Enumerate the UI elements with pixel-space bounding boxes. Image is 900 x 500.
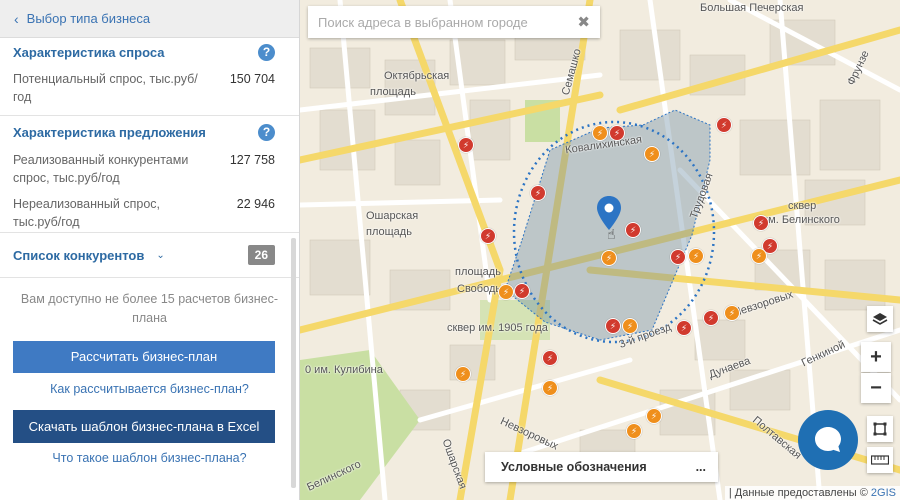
map[interactable]: Большая Печерская Октябрьская площадь Се…: [300, 0, 900, 500]
divider: [0, 115, 299, 116]
supply-section: Характеристика предложения ? Реализованн…: [0, 121, 299, 231]
demand-row: Потенциальный спрос, тыс.руб/год 150 704: [13, 70, 275, 110]
clear-search-icon[interactable]: ✖: [577, 13, 590, 31]
cursor-hand-icon: ☝: [607, 226, 616, 242]
legend-button[interactable]: Условные обозначения ...: [485, 452, 718, 482]
ruler-button[interactable]: [867, 447, 893, 473]
chevron-left-icon: ‹: [14, 10, 19, 27]
location-pin-icon[interactable]: [597, 196, 621, 230]
supply-row: Нереализованный спрос, тыс.руб/год 22 94…: [13, 195, 275, 231]
competitor-marker[interactable]: ⚡: [670, 249, 686, 265]
competitors-title: Список конкурентов: [13, 247, 145, 263]
chat-button[interactable]: [798, 410, 858, 470]
competitor-marker[interactable]: ⚡: [498, 284, 514, 300]
street-label: сквер: [788, 200, 817, 212]
sidebar-scrollbar[interactable]: [291, 238, 296, 488]
competitor-marker[interactable]: ⚡: [724, 305, 740, 321]
back-label: Выбор типа бизнеса: [26, 11, 151, 26]
back-button[interactable]: ‹ Выбор типа бизнеса: [0, 0, 299, 38]
competitor-marker[interactable]: ⚡: [601, 250, 617, 266]
street-label: площадь: [370, 86, 416, 98]
ruler-icon: [871, 455, 889, 465]
calculate-business-plan-button[interactable]: Рассчитать бизнес-план: [13, 341, 275, 373]
help-icon[interactable]: ?: [258, 123, 275, 141]
square-select-icon: [873, 422, 887, 436]
competitor-marker[interactable]: ⚡: [514, 283, 530, 299]
limit-note: Вам доступно не более 15 расчетов бизнес…: [20, 292, 279, 325]
competitor-marker[interactable]: ⚡: [542, 350, 558, 366]
competitor-marker[interactable]: ⚡: [480, 228, 496, 244]
competitor-marker[interactable]: ⚡: [455, 366, 471, 382]
competitor-marker[interactable]: ⚡: [688, 248, 704, 264]
street-label: Большая Печерская: [700, 2, 804, 14]
what-is-template-link[interactable]: Что такое шаблон бизнес-плана?: [0, 451, 299, 465]
competitor-marker[interactable]: ⚡: [751, 248, 767, 264]
demand-title: Характеристика спроса: [13, 44, 165, 60]
street-label: 0 им. Кулибина: [305, 364, 383, 376]
demand-row-label: Потенциальный спрос, тыс.руб/год: [13, 72, 198, 104]
help-icon[interactable]: ?: [258, 43, 275, 61]
competitors-count-badge: 26: [247, 245, 275, 265]
map-attribution: | Данные предоставлены © 2GIS: [724, 486, 900, 500]
legend-label: Условные обозначения: [501, 460, 647, 474]
street-label: им. Белинского: [762, 214, 840, 226]
street-label: площадь: [366, 226, 412, 238]
competitor-marker[interactable]: ⚡: [542, 380, 558, 396]
competitor-marker[interactable]: ⚡: [609, 125, 625, 141]
chevron-down-icon: ⌄: [156, 249, 165, 261]
supply-row-label: Реализованный конкурентами спрос, тыс.ру…: [13, 153, 189, 185]
competitor-marker[interactable]: ⚡: [622, 318, 638, 334]
zoom-in-button[interactable]: +: [861, 342, 891, 372]
competitor-marker[interactable]: ⚡: [646, 408, 662, 424]
address-search-box: ✖: [308, 6, 600, 38]
competitors-toggle[interactable]: Список конкурентов ⌄ 26: [0, 233, 299, 277]
divider: [0, 277, 299, 278]
supply-row-value: 22 946: [236, 197, 275, 211]
street-label: площадь: [455, 266, 501, 278]
attribution-text: | Данные предоставлены ©: [728, 487, 868, 499]
address-search-input[interactable]: [318, 14, 578, 30]
competitor-marker[interactable]: ⚡: [592, 125, 608, 141]
street-label: Свободы: [457, 283, 504, 295]
chat-bubble-icon: [815, 427, 841, 452]
more-icon: ...: [695, 460, 706, 474]
competitor-marker[interactable]: ⚡: [644, 146, 660, 162]
layers-icon: [872, 313, 888, 325]
sidebar: ‹ Выбор типа бизнеса Характеристика спро…: [0, 0, 300, 500]
demand-section: Характеристика спроса ? Потенциальный сп…: [0, 41, 299, 110]
competitor-marker[interactable]: ⚡: [703, 310, 719, 326]
competitor-marker[interactable]: ⚡: [625, 222, 641, 238]
competitor-marker[interactable]: ⚡: [626, 423, 642, 439]
area-select-button[interactable]: [867, 416, 893, 442]
competitor-marker[interactable]: ⚡: [753, 215, 769, 231]
zoom-out-button[interactable]: −: [861, 373, 891, 403]
attribution-link[interactable]: 2GIS: [871, 487, 896, 499]
supply-row: Реализованный конкурентами спрос, тыс.ру…: [13, 151, 275, 187]
street-label: Октябрьская: [384, 70, 450, 82]
supply-row-label: Нереализованный спрос, тыс.руб/год: [13, 197, 160, 229]
competitor-marker[interactable]: ⚡: [716, 117, 732, 133]
supply-row-value: 127 758: [229, 153, 275, 167]
competitor-marker[interactable]: ⚡: [676, 320, 692, 336]
demand-row-value: 150 704: [229, 72, 275, 86]
competitor-marker[interactable]: ⚡: [458, 137, 474, 153]
supply-title: Характеристика предложения: [13, 124, 206, 140]
layers-button[interactable]: [867, 306, 893, 332]
street-label: сквер им. 1905 года: [447, 322, 548, 334]
street-label: Ошарская: [366, 210, 419, 222]
how-calculated-link[interactable]: Как рассчитывается бизнес-план?: [0, 382, 299, 396]
download-template-button[interactable]: Скачать шаблон бизнес-плана в Excel: [13, 410, 275, 443]
competitor-marker[interactable]: ⚡: [605, 318, 621, 334]
competitor-marker[interactable]: ⚡: [530, 185, 546, 201]
